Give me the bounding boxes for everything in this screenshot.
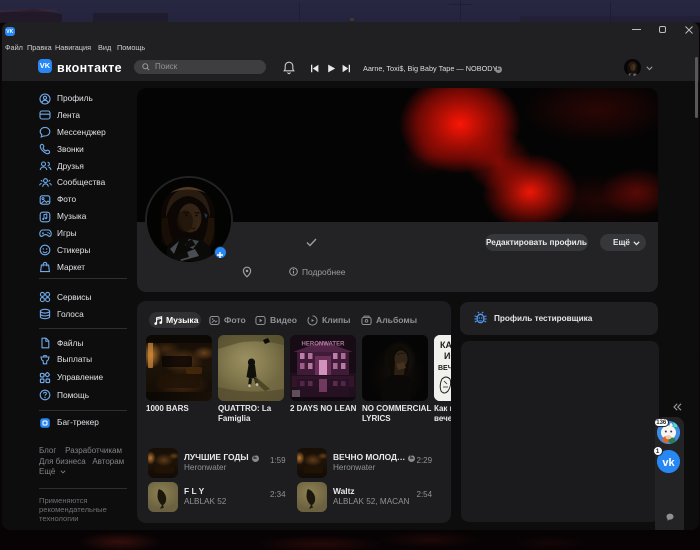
svg-text:ИС: ИС [444,351,451,361]
svg-text:КАК: КАК [440,340,451,350]
svg-text:HERONWATER: HERONWATER [302,342,346,348]
svg-text:vk: vk [662,457,675,469]
svg-text:ВЕЧЕР: ВЕЧЕР [438,365,451,372]
